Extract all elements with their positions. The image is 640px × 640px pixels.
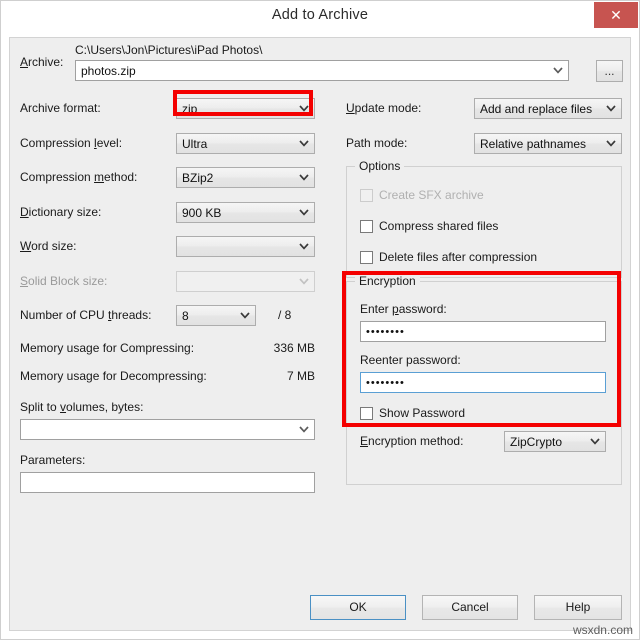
show-password-label: Show Password bbox=[379, 406, 465, 420]
archive-format-value: zip bbox=[182, 102, 294, 116]
chevron-down-icon[interactable] bbox=[299, 420, 309, 439]
delete-files-checkbox[interactable] bbox=[360, 251, 373, 264]
compress-shared-checkbox[interactable] bbox=[360, 220, 373, 233]
chevron-down-icon bbox=[590, 432, 600, 451]
title-bar: Add to Archive ✕ bbox=[1, 1, 639, 31]
memory-compress-label: Memory usage for Compressing: bbox=[20, 341, 194, 355]
cpu-threads-select[interactable]: 8 bbox=[176, 305, 256, 326]
enter-password-label: Enter password: bbox=[360, 302, 447, 316]
close-icon[interactable]: ✕ bbox=[594, 2, 638, 28]
chevron-down-icon bbox=[299, 99, 309, 118]
dictionary-size-value: 900 KB bbox=[182, 206, 294, 220]
show-password-checkbox[interactable] bbox=[360, 407, 373, 420]
enter-password-input[interactable]: •••••••• bbox=[360, 321, 606, 342]
compression-method-select[interactable]: BZip2 bbox=[176, 167, 315, 188]
add-to-archive-dialog: Add to Archive ✕ Archive: C:\Users\Jon\P… bbox=[0, 0, 640, 640]
archive-name-value: photos.zip bbox=[81, 64, 564, 78]
encryption-method-select[interactable]: ZipCrypto bbox=[504, 431, 606, 452]
parameters-label: Parameters: bbox=[20, 453, 85, 467]
memory-compress-value: 336 MB bbox=[210, 341, 315, 355]
update-mode-value: Add and replace files bbox=[480, 102, 601, 116]
chevron-down-icon bbox=[299, 134, 309, 153]
help-button[interactable]: Help bbox=[534, 595, 622, 620]
browse-button[interactable]: ... bbox=[596, 60, 623, 82]
word-size-select[interactable] bbox=[176, 236, 315, 257]
dictionary-size-select[interactable]: 900 KB bbox=[176, 202, 315, 223]
word-size-label: Word size: bbox=[20, 239, 76, 253]
create-sfx-checkbox bbox=[360, 189, 373, 202]
compress-shared-label: Compress shared files bbox=[379, 219, 498, 233]
watermark: wsxdn.com bbox=[573, 623, 633, 637]
chevron-down-glyph bbox=[553, 67, 563, 74]
cpu-threads-value: 8 bbox=[182, 309, 235, 323]
path-mode-value: Relative pathnames bbox=[480, 137, 601, 151]
archive-name-input[interactable]: photos.zip bbox=[75, 60, 569, 81]
page-title: Add to Archive bbox=[1, 7, 639, 23]
archive-path-text: C:\Users\Jon\Pictures\iPad Photos\ bbox=[75, 43, 262, 57]
solid-block-size-select bbox=[176, 271, 315, 292]
chevron-down-icon bbox=[606, 99, 616, 118]
compression-method-value: BZip2 bbox=[182, 171, 294, 185]
compression-method-label: Compression method: bbox=[20, 170, 137, 184]
split-volumes-input[interactable] bbox=[20, 419, 315, 440]
path-mode-label: Path mode: bbox=[346, 136, 407, 150]
solid-block-size-label: Solid Block size: bbox=[20, 274, 107, 288]
chevron-down-icon bbox=[606, 134, 616, 153]
chevron-down-icon bbox=[299, 203, 309, 222]
reenter-password-value: •••••••• bbox=[366, 377, 601, 389]
update-mode-select[interactable]: Add and replace files bbox=[474, 98, 622, 119]
cpu-threads-label: Number of CPU threads: bbox=[20, 308, 151, 322]
dialog-body: Archive: C:\Users\Jon\Pictures\iPad Phot… bbox=[9, 37, 631, 631]
encryption-group-title: Encryption bbox=[355, 274, 420, 288]
update-mode-label: Update mode: bbox=[346, 101, 421, 115]
chevron-down-icon bbox=[299, 272, 309, 291]
reenter-password-label: Reenter password: bbox=[360, 353, 461, 367]
cpu-threads-max: / 8 bbox=[278, 308, 291, 322]
chevron-down-icon[interactable] bbox=[553, 61, 563, 80]
dictionary-size-label: Dictionary size: bbox=[20, 205, 101, 219]
chevron-down-icon bbox=[240, 306, 250, 325]
compression-level-label: Compression level: bbox=[20, 136, 122, 150]
chevron-down-icon bbox=[299, 237, 309, 256]
ok-button[interactable]: OK bbox=[310, 595, 406, 620]
options-group-title: Options bbox=[355, 159, 404, 173]
path-mode-select[interactable]: Relative pathnames bbox=[474, 133, 622, 154]
enter-password-value: •••••••• bbox=[366, 326, 601, 338]
delete-files-label: Delete files after compression bbox=[379, 250, 537, 264]
archive-format-label: Archive format: bbox=[20, 101, 101, 115]
compression-level-value: Ultra bbox=[182, 137, 294, 151]
archive-format-select[interactable]: zip bbox=[176, 98, 315, 119]
create-sfx-label: Create SFX archive bbox=[379, 188, 484, 202]
chevron-down-icon bbox=[299, 168, 309, 187]
split-volumes-label: Split to volumes, bytes: bbox=[20, 400, 143, 414]
memory-decompress-value: 7 MB bbox=[210, 369, 315, 383]
cancel-button[interactable]: Cancel bbox=[422, 595, 518, 620]
parameters-input[interactable] bbox=[20, 472, 315, 493]
encryption-method-label: Encryption method: bbox=[360, 434, 463, 448]
archive-label: Archive: bbox=[20, 55, 63, 69]
encryption-method-value: ZipCrypto bbox=[510, 435, 585, 449]
memory-decompress-label: Memory usage for Decompressing: bbox=[20, 369, 207, 383]
reenter-password-input[interactable]: •••••••• bbox=[360, 372, 606, 393]
compression-level-select[interactable]: Ultra bbox=[176, 133, 315, 154]
